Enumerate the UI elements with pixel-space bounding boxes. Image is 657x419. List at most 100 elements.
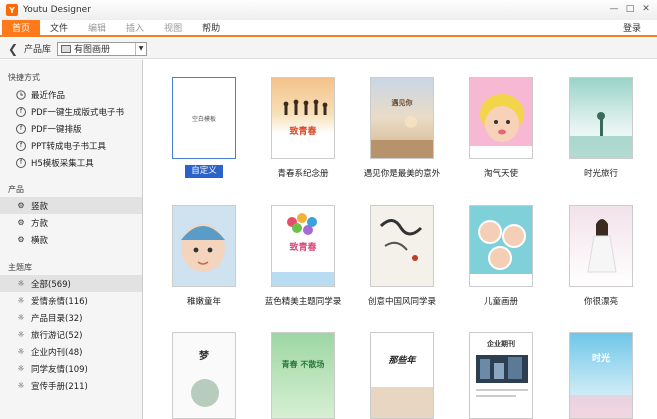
template-card-time[interactable]: 时光 <box>569 332 633 419</box>
sun-icon: ☼ <box>17 381 25 390</box>
shortcuts-section-title: 快捷方式 <box>8 73 40 82</box>
toolbar: ❮ 产品库 有图画册 ▼ <box>0 39 657 59</box>
product-library-label: 产品库 <box>24 45 52 55</box>
template-card-angel[interactable] <box>469 77 533 159</box>
template-label-kids-album[interactable]: 儿童画册 <box>446 295 556 307</box>
gear-icon: ⚙ <box>17 201 25 210</box>
sidebar-item-label: 全部(569) <box>31 279 71 290</box>
sidebar-item-enterprise[interactable]: ☼ 企业内刊(48) <box>0 343 142 360</box>
sun-icon: ☼ <box>17 347 25 356</box>
template-card-meet-you[interactable]: 遇见你 <box>370 77 434 159</box>
sidebar-item-label: 产品目录(32) <box>31 313 83 324</box>
chevron-down-icon[interactable]: ▼ <box>135 42 146 55</box>
template-card-youth-never-ends[interactable]: 青春 不散场 <box>271 332 335 419</box>
sidebar-item-catalog[interactable]: ☼ 产品目录(32) <box>0 309 142 326</box>
sidebar-item-pdf-layout[interactable]: f PDF一键排版 <box>0 120 142 137</box>
template-label-childhood[interactable]: 稚嫩童年 <box>149 295 259 307</box>
sidebar-item-label: 同学友情(109) <box>31 364 88 375</box>
template-card-those-years[interactable]: 那些年 <box>370 332 434 419</box>
sidebar-item-h5-tool[interactable]: f H5模板采集工具 <box>0 154 142 171</box>
pdf-info-icon: f <box>16 106 26 117</box>
sidebar-item-label: PDF一键排版 <box>31 124 82 135</box>
products-section-title: 产品 <box>8 185 24 194</box>
cover-text: 致青春 <box>289 127 317 137</box>
close-icon[interactable]: ✕ <box>639 2 653 16</box>
menu-bar: 首页 文件 编辑 插入 视图 帮助 登录 <box>0 20 657 37</box>
template-card-pretty[interactable] <box>569 205 633 287</box>
sidebar-item-brochure[interactable]: ☼ 宣传手册(211) <box>0 377 142 394</box>
template-card-dream[interactable]: 梦 <box>172 332 236 419</box>
menu-insert[interactable]: 插入 <box>116 20 154 35</box>
sun-icon: ☼ <box>17 330 25 339</box>
template-label-youth[interactable]: 青春系纪念册 <box>248 167 358 179</box>
h5-info-icon: f <box>16 157 26 168</box>
sun-icon: ☼ <box>17 313 25 322</box>
template-card-chinese-style[interactable] <box>370 205 434 287</box>
sidebar-item-ppt-ebook[interactable]: f PPT转成电子书工具 <box>0 137 142 154</box>
sidebar-item-label: 横款 <box>31 235 49 246</box>
gear-icon: ⚙ <box>17 235 25 244</box>
login-link[interactable]: 登录 <box>623 21 641 34</box>
sidebar-item-label: 方款 <box>31 218 49 229</box>
album-type-select[interactable]: 有图画册 ▼ <box>57 41 148 56</box>
menu-home[interactable]: 首页 <box>2 20 41 35</box>
menu-view[interactable]: 视图 <box>154 20 192 35</box>
template-card-custom[interactable]: 空白模板 <box>172 77 236 159</box>
sidebar-item-label: 爱情亲情(116) <box>31 296 88 307</box>
window-title: Youtu Designer <box>23 5 91 15</box>
ppt-info-icon: f <box>16 140 26 151</box>
cover-text: 致青春 <box>289 243 317 253</box>
sidebar-item-love[interactable]: ☼ 爱情亲情(116) <box>0 292 142 309</box>
sidebar-item-label: PPT转成电子书工具 <box>31 141 106 152</box>
sidebar-item-label: 宣传手册(211) <box>31 381 88 392</box>
clock-icon <box>16 89 26 100</box>
template-label-blue-classmates[interactable]: 蓝色精美主题同学录 <box>248 295 358 307</box>
window-controls: — □ ✕ <box>607 2 653 16</box>
template-card-enterprise-journal[interactable]: 企业期刊 <box>469 332 533 419</box>
cover-text: 青春 不散场 <box>281 360 325 369</box>
template-card-time-travel[interactable] <box>569 77 633 159</box>
template-label-pretty[interactable]: 你很漂亮 <box>546 295 656 307</box>
sidebar-item-vertical[interactable]: ⚙ 竖款 <box>0 197 142 214</box>
gear-icon: ⚙ <box>17 218 25 227</box>
menu-file[interactable]: 文件 <box>40 20 78 35</box>
template-label-time-travel[interactable]: 时光旅行 <box>546 167 656 179</box>
youtu-logo-icon: Y <box>6 4 18 16</box>
themes-section-title: 主题库 <box>8 263 32 272</box>
sidebar-item-all[interactable]: ☼ 全部(569) <box>0 275 142 292</box>
minimize-icon[interactable]: — <box>607 2 621 16</box>
template-label-meet-you[interactable]: 遇见你是最美的意外 <box>347 167 457 179</box>
blank-template-text: 空白模板 <box>191 116 216 123</box>
sun-icon: ☼ <box>17 364 25 373</box>
template-label-angel[interactable]: 淘气天使 <box>446 167 556 179</box>
template-card-childhood[interactable] <box>172 205 236 287</box>
sidebar-item-square[interactable]: ⚙ 方款 <box>0 214 142 231</box>
sidebar-item-recent[interactable]: 最近作品 <box>0 86 142 103</box>
sidebar-item-label: H5模板采集工具 <box>31 158 94 169</box>
sidebar-item-label: 竖款 <box>31 201 49 212</box>
sidebar-item-horizontal[interactable]: ⚙ 横款 <box>0 231 142 248</box>
back-arrow-icon[interactable]: ❮ <box>8 42 20 56</box>
template-label-chinese-style[interactable]: 创意中国风同学录 <box>347 295 457 307</box>
pdf-info-icon: f <box>16 123 26 134</box>
sidebar-item-label: 企业内刊(48) <box>31 347 83 358</box>
sun-icon: ☼ <box>17 296 25 305</box>
template-grid: 空白模板 自定义 致青春 青春系纪念册 遇见你 遇见你是最美的意外 淘气天使 时… <box>144 60 657 419</box>
sidebar-item-label: 旅行游记(52) <box>31 330 83 341</box>
sidebar-item-classmates[interactable]: ☼ 同学友情(109) <box>0 360 142 377</box>
album-type-value: 有图画册 <box>74 45 111 55</box>
menu-edit[interactable]: 编辑 <box>78 20 116 35</box>
template-card-kids-album[interactable] <box>469 205 533 287</box>
menu-help[interactable]: 帮助 <box>192 20 230 35</box>
maximize-icon[interactable]: □ <box>623 2 637 16</box>
sidebar-item-pdf-ebook[interactable]: f PDF一键生成版式电子书 <box>0 103 142 120</box>
template-card-blue-classmates[interactable]: 致青春 <box>271 205 335 287</box>
template-card-youth[interactable]: 致青春 <box>271 77 335 159</box>
sidebar-item-travel[interactable]: ☼ 旅行游记(52) <box>0 326 142 343</box>
sidebar-item-label: PDF一键生成版式电子书 <box>31 107 125 118</box>
title-bar: Y Youtu Designer — □ ✕ <box>0 0 657 20</box>
sun-icon: ☼ <box>17 279 25 288</box>
template-label-custom[interactable]: 自定义 <box>185 165 223 178</box>
sidebar-item-label: 最近作品 <box>31 90 66 101</box>
album-icon <box>61 44 72 53</box>
